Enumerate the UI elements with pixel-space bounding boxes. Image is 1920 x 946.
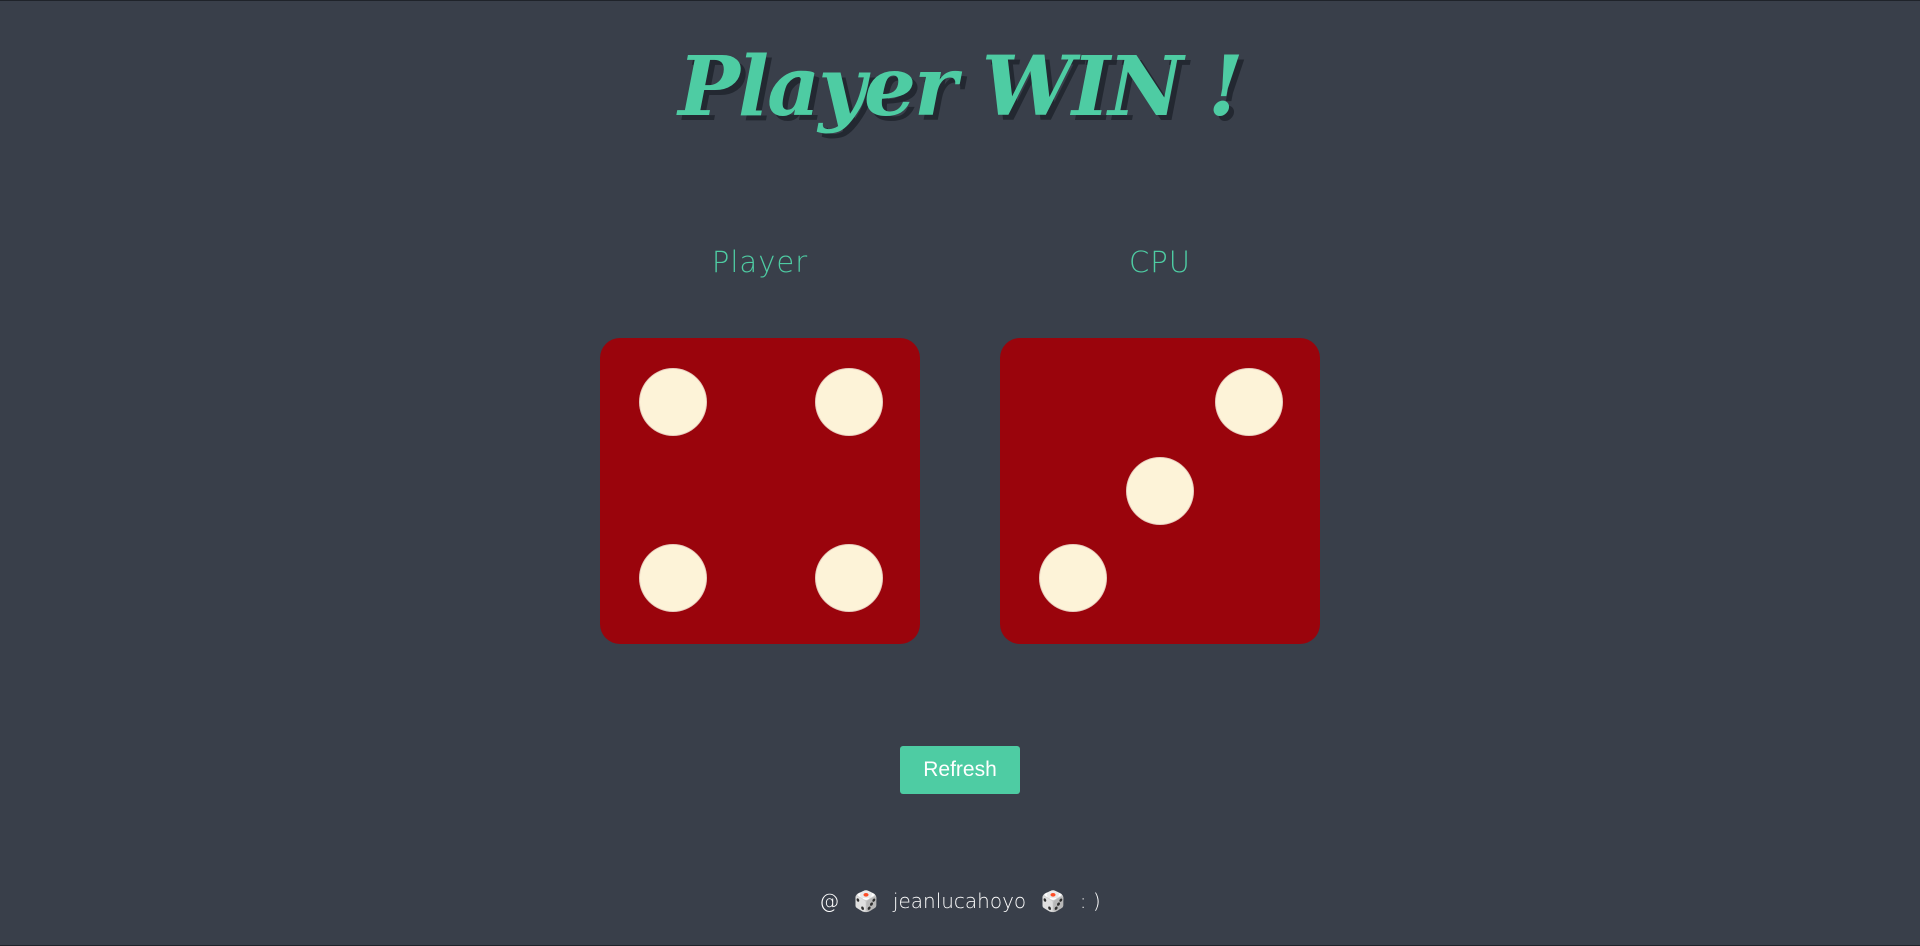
player-die bbox=[600, 338, 920, 644]
cpu-label: CPU bbox=[1129, 245, 1191, 279]
cpu-die bbox=[1000, 338, 1320, 644]
die-pip bbox=[1216, 369, 1282, 435]
die-pip bbox=[1127, 458, 1193, 524]
smiley: : ) bbox=[1079, 889, 1101, 913]
dice-icon: 🎲 bbox=[1040, 889, 1066, 913]
refresh-button[interactable]: Refresh bbox=[900, 746, 1020, 794]
player-label: Player bbox=[711, 245, 809, 279]
die-pip bbox=[816, 545, 882, 611]
author-name: jeanlucahoyo bbox=[892, 889, 1027, 913]
footer-credit: @ 🎲 jeanlucahoyo 🎲 : ) bbox=[0, 889, 1920, 913]
die-pip bbox=[816, 369, 882, 435]
at-sign: @ bbox=[819, 889, 840, 913]
die-pip bbox=[1040, 545, 1106, 611]
result-title: Player WIN ! bbox=[678, 39, 1243, 135]
die-pip bbox=[640, 545, 706, 611]
dice-icon: 🎲 bbox=[853, 889, 879, 913]
die-pip bbox=[640, 369, 706, 435]
